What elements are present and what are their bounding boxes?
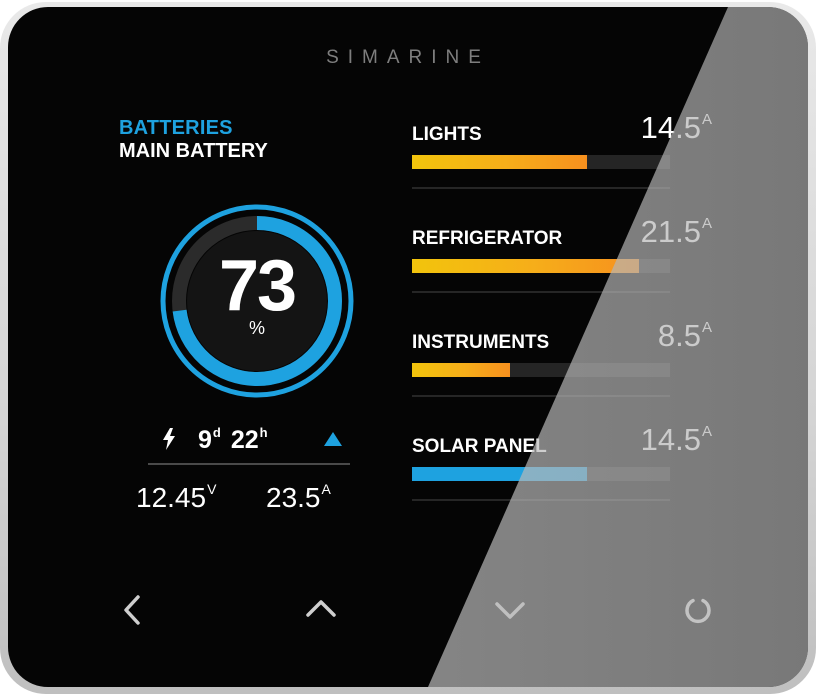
load-current-unit: A <box>701 215 712 232</box>
load-current: 14.5A <box>641 110 712 146</box>
chevron-up-icon <box>306 600 336 617</box>
load-current-value: 14.5 <box>640 110 701 145</box>
lightning-icon <box>162 428 176 456</box>
time-remaining: 9d 22h <box>198 425 278 455</box>
time-hours-unit: h <box>259 425 268 440</box>
current-unit: A <box>321 481 331 497</box>
load-bar-track <box>412 155 670 169</box>
chevron-left-icon <box>124 595 140 625</box>
battery-name: MAIN BATTERY <box>119 140 268 162</box>
load-name: SOLAR PANEL <box>412 436 547 457</box>
load-current: 14.5A <box>641 422 712 458</box>
voltage-value: 12.45 <box>136 482 207 513</box>
display-screen: SIMARINE BATTERIES MAIN BATTERY 73 % 9d 2… <box>8 7 808 687</box>
load-current-unit: A <box>701 423 712 440</box>
load-current-unit: A <box>701 319 712 336</box>
load-bar-fill <box>412 363 511 377</box>
charging-up-icon <box>324 432 342 446</box>
circle-menu-icon <box>685 598 711 624</box>
load-bar-fill <box>412 467 588 481</box>
section-title: BATTERIES <box>119 117 233 139</box>
load-divider <box>412 395 670 397</box>
load-current-value: 21.5 <box>640 214 701 249</box>
load-current-unit: A <box>701 111 712 128</box>
load-bar-track <box>412 467 670 481</box>
time-hours: 22 <box>230 426 259 454</box>
load-divider <box>412 187 670 189</box>
load-name: INSTRUMENTS <box>412 332 550 353</box>
load-current-value: 14.5 <box>640 422 701 457</box>
charge-percent: 73 <box>218 246 297 326</box>
time-days: 9 <box>198 426 212 454</box>
load-bar-fill <box>412 155 588 169</box>
current-value: 23.5 <box>266 482 321 513</box>
chevron-down-icon <box>495 602 525 619</box>
load-current: 21.5A <box>641 214 712 250</box>
load-current: 8.5A <box>658 318 712 354</box>
load-divider <box>412 499 670 501</box>
load-bar-track <box>412 259 670 273</box>
load-divider <box>412 291 670 293</box>
battery-current: 23.5A <box>266 481 331 514</box>
charge-percent-unit: % <box>248 318 265 338</box>
menu-button[interactable] <box>670 582 726 638</box>
back-button[interactable] <box>106 582 162 638</box>
battery-voltage: 12.45V <box>136 481 216 514</box>
load-bar-track <box>412 363 670 377</box>
load-bar-fill <box>412 259 640 273</box>
up-button[interactable] <box>293 582 349 638</box>
brand-logo: SIMARINE <box>326 47 490 68</box>
load-current-value: 8.5 <box>657 318 701 353</box>
load-name: LIGHTS <box>412 124 482 145</box>
time-days-unit: d <box>212 425 221 440</box>
load-name: REFRIGERATOR <box>412 228 563 249</box>
down-button[interactable] <box>482 582 538 638</box>
voltage-unit: V <box>207 481 217 497</box>
stats-divider <box>148 463 350 465</box>
